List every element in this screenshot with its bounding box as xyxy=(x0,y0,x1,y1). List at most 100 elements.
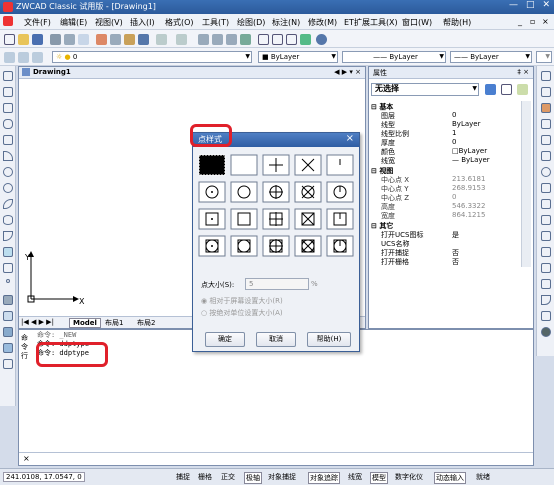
point-style-option[interactable] xyxy=(230,181,258,203)
point-style-option[interactable] xyxy=(198,154,226,176)
join-tool-icon[interactable] xyxy=(541,263,551,273)
make-block-tool-icon[interactable] xyxy=(3,263,13,273)
move-tool-icon[interactable] xyxy=(541,151,551,161)
point-style-option[interactable] xyxy=(198,208,226,230)
status-dynamic-input[interactable]: 动态输入 xyxy=(434,472,466,484)
point-tool-icon[interactable] xyxy=(6,279,10,283)
prop-row[interactable]: 打开栅格 否 xyxy=(381,257,519,266)
break-tool-icon[interactable] xyxy=(541,247,551,257)
scale-tool-icon[interactable] xyxy=(541,183,551,193)
menu-edit[interactable]: 编辑(E) xyxy=(60,17,87,28)
calculator-icon[interactable] xyxy=(300,34,311,45)
layer-state-icon[interactable] xyxy=(18,52,29,63)
lineweight-combo[interactable]: —— ByLayer ▼ xyxy=(450,51,532,63)
prop-row[interactable]: 打开UCS图标是 xyxy=(381,230,519,239)
menu-insert[interactable]: 插入(I) xyxy=(130,17,155,28)
print-icon[interactable] xyxy=(50,34,61,45)
dialog-close-button[interactable]: × xyxy=(346,133,354,144)
rectangle-tool-icon[interactable] xyxy=(3,135,13,145)
plotstyle-combo[interactable]: ▼ xyxy=(536,51,552,63)
menu-file[interactable]: 文件(F) xyxy=(24,17,51,28)
insert-block-tool-icon[interactable] xyxy=(3,247,13,257)
table-tool-icon[interactable] xyxy=(3,327,13,337)
erase-tool-icon[interactable] xyxy=(541,71,551,81)
menu-tools[interactable]: 工具(T) xyxy=(202,17,229,28)
circle-tool-icon[interactable] xyxy=(3,167,13,177)
new-file-icon[interactable] xyxy=(4,34,15,45)
xline-tool-icon[interactable] xyxy=(3,87,13,97)
status-tablet[interactable]: 数字化仪 xyxy=(395,472,423,482)
status-polar[interactable]: 极轴 xyxy=(244,472,262,484)
relative-size-radio[interactable]: ◉ 相对于屏幕设置大小(R) xyxy=(201,296,283,306)
quick-select-icon[interactable] xyxy=(485,84,496,95)
chamfer-tool-icon[interactable] xyxy=(541,279,551,289)
menu-modify[interactable]: 修改(M) xyxy=(308,17,337,28)
tab-model[interactable]: Model xyxy=(69,318,101,328)
layer-prev-icon[interactable] xyxy=(32,52,43,63)
cut-icon[interactable] xyxy=(96,34,107,45)
point-style-option[interactable] xyxy=(262,181,290,203)
menu-et-tools[interactable]: ET扩展工具(X) xyxy=(344,17,398,28)
point-style-option[interactable] xyxy=(198,181,226,203)
prop-row[interactable]: 中心点 Z 0 xyxy=(381,193,519,202)
status-snap[interactable]: 捕捉 xyxy=(176,472,190,482)
prop-row[interactable]: 中心点 Y 268.9153 xyxy=(381,184,519,193)
doc-minimize-button[interactable]: _ xyxy=(518,17,522,26)
layer-combo[interactable]: ☼ ● 0 ▼ xyxy=(52,51,252,63)
ellipse-tool-icon[interactable] xyxy=(3,215,13,225)
absolute-size-radio[interactable]: ○ 按绝对单位设置大小(A) xyxy=(201,308,283,318)
doc-close-button[interactable]: × xyxy=(542,17,549,26)
selection-combo[interactable]: 无选择 ▼ xyxy=(371,83,479,96)
open-file-icon[interactable] xyxy=(18,34,29,45)
status-lineweight[interactable]: 线宽 xyxy=(348,472,362,482)
status-osnap[interactable]: 对象捕捉 xyxy=(268,472,296,482)
menu-format[interactable]: 格式(O) xyxy=(165,17,194,28)
prop-row[interactable]: 颜色 □ByLayer xyxy=(381,147,519,156)
undo-icon[interactable] xyxy=(156,34,167,45)
pan-icon[interactable] xyxy=(198,34,209,45)
rotate-tool-icon[interactable] xyxy=(541,167,551,177)
fillet-tool-icon[interactable] xyxy=(541,295,551,305)
point-style-option[interactable] xyxy=(262,235,290,257)
redo-icon[interactable] xyxy=(176,34,187,45)
zoom-window-icon[interactable] xyxy=(226,34,237,45)
prop-row[interactable]: UCS名称 xyxy=(381,239,519,248)
linetype-combo[interactable]: —— ByLayer ▼ xyxy=(342,51,446,63)
properties-icon[interactable] xyxy=(258,34,269,45)
trim-tool-icon[interactable] xyxy=(541,215,551,225)
array-tool-icon[interactable] xyxy=(541,135,551,145)
mirror-tool-icon[interactable] xyxy=(541,103,551,113)
prop-row[interactable]: 线型比例 1 xyxy=(381,129,519,138)
extend-tool-icon[interactable] xyxy=(541,231,551,241)
hatch-tool-icon[interactable] xyxy=(3,295,13,305)
drawing-nav-controls[interactable]: ◀ ▶ ▾ × xyxy=(334,68,361,76)
point-style-option[interactable] xyxy=(294,208,322,230)
properties-scrollbar[interactable] xyxy=(521,101,531,267)
maximize-button[interactable]: □ xyxy=(526,0,535,10)
doc-restore-button[interactable]: ▫ xyxy=(530,17,535,26)
properties-pin-close[interactable]: ‡ × xyxy=(517,68,529,76)
minimize-button[interactable]: — xyxy=(509,0,518,10)
menu-view[interactable]: 视图(V) xyxy=(95,17,123,28)
point-style-option[interactable] xyxy=(294,154,322,176)
point-style-option[interactable] xyxy=(326,181,354,203)
prop-row[interactable]: 中心点 X 213.6181 xyxy=(381,175,519,184)
ok-button[interactable]: 确定 xyxy=(205,332,245,347)
status-grid[interactable]: 栅格 xyxy=(198,472,212,482)
mtext-tool-icon[interactable] xyxy=(3,343,13,353)
zoom-previous-icon[interactable] xyxy=(240,34,251,45)
ellipse-arc-tool-icon[interactable] xyxy=(3,231,13,241)
point-style-option[interactable] xyxy=(262,208,290,230)
point-style-option[interactable] xyxy=(326,235,354,257)
text-tool-icon[interactable] xyxy=(3,359,13,369)
preview-icon[interactable] xyxy=(64,34,75,45)
menu-dimension[interactable]: 标注(N) xyxy=(272,17,300,28)
layer-manager-icon[interactable] xyxy=(4,52,15,63)
prop-row[interactable]: 线型 ByLayer xyxy=(381,120,519,129)
color-combo[interactable]: ■ ByLayer ▼ xyxy=(258,51,338,63)
spline-tool-icon[interactable] xyxy=(3,199,13,209)
cancel-button[interactable]: 取消 xyxy=(256,332,296,347)
explode-tool-icon[interactable] xyxy=(541,311,551,321)
toggle-pickadd-icon[interactable] xyxy=(517,84,528,95)
prop-row[interactable]: 图层 0 xyxy=(381,111,519,120)
